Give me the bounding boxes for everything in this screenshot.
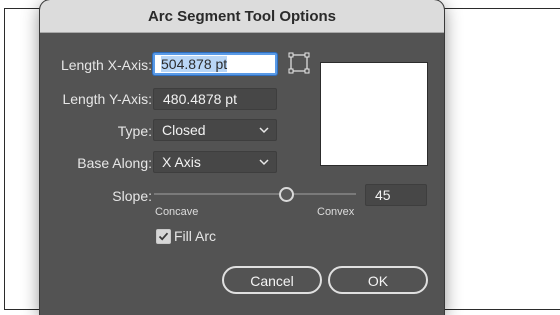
ok-button[interactable]: OK bbox=[328, 266, 428, 294]
type-label: Type: bbox=[117, 123, 152, 139]
slope-concave-label: Concave bbox=[155, 206, 199, 218]
length-x-field[interactable]: 504.878 pt bbox=[153, 53, 277, 75]
dialog-titlebar[interactable]: Arc Segment Tool Options bbox=[40, 0, 444, 33]
slope-value: 45 bbox=[375, 187, 391, 203]
slope-slider-handle[interactable] bbox=[279, 187, 294, 202]
base-along-value: X Axis bbox=[162, 154, 201, 170]
length-y-label: Length Y-Axis: bbox=[62, 91, 152, 107]
dialog-title: Arc Segment Tool Options bbox=[147, 7, 337, 25]
fill-arc-checkbox[interactable] bbox=[156, 229, 171, 244]
slope-label: Slope: bbox=[112, 188, 152, 204]
reference-point-icon[interactable] bbox=[288, 52, 310, 74]
length-x-value: 504.878 pt bbox=[161, 56, 228, 72]
length-x-label: Length X-Axis: bbox=[60, 57, 152, 73]
base-along-label: Base Along: bbox=[77, 155, 152, 171]
length-y-value: 480.4878 pt bbox=[163, 91, 237, 107]
arc-segment-dialog: Arc Segment Tool Options Length X-Axis: … bbox=[40, 0, 444, 315]
chevron-down-icon bbox=[259, 159, 269, 166]
fill-arc-label: Fill Arc bbox=[174, 228, 216, 244]
length-y-field[interactable]: 480.4878 pt bbox=[153, 88, 277, 110]
type-value: Closed bbox=[162, 122, 206, 138]
checkmark-icon bbox=[158, 232, 169, 241]
type-select[interactable]: Closed bbox=[153, 119, 277, 141]
chevron-down-icon bbox=[259, 127, 269, 134]
cancel-button[interactable]: Cancel bbox=[222, 266, 322, 294]
arc-preview bbox=[320, 62, 428, 166]
slope-value-field[interactable]: 45 bbox=[365, 184, 427, 206]
slope-convex-label: Convex bbox=[317, 206, 355, 218]
base-along-select[interactable]: X Axis bbox=[153, 151, 277, 173]
slope-slider-track[interactable] bbox=[154, 193, 356, 195]
